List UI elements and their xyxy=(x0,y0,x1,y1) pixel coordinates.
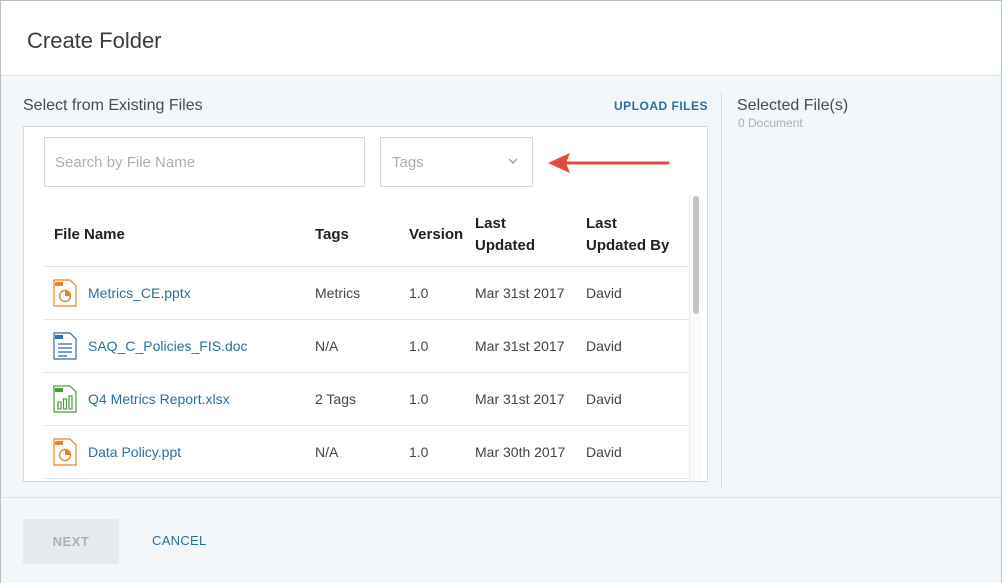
ppt-file-icon xyxy=(53,279,77,307)
file-updated-by: David xyxy=(586,444,622,460)
file-name-link[interactable]: Q4 Metrics Report.xlsx xyxy=(88,391,230,407)
table-row[interactable]: Q4 Metrics Report.xlsx 2 Tags 1.0 Mar 31… xyxy=(44,373,689,426)
table-scrollbar[interactable] xyxy=(689,195,701,481)
file-version: 1.0 xyxy=(409,444,429,460)
file-version: 1.0 xyxy=(409,338,429,354)
file-tags[interactable]: 2 Tags xyxy=(315,391,356,407)
file-last-updated: Mar 31st 2017 xyxy=(475,391,565,407)
files-table: File Name Tags Version Last Updated Last… xyxy=(44,207,689,481)
file-last-updated: Mar 30th 2017 xyxy=(475,444,566,460)
file-updated-by: David xyxy=(586,338,622,354)
file-name-link[interactable]: Data Policy.ppt xyxy=(88,444,181,460)
file-last-updated: Mar 31st 2017 xyxy=(475,285,565,301)
xls-file-icon xyxy=(53,385,77,413)
next-button[interactable]: NEXT xyxy=(23,519,119,564)
file-tags: Metrics xyxy=(315,285,361,301)
tags-dropdown-label: Tags xyxy=(392,154,424,171)
column-header-tags[interactable]: Tags xyxy=(315,224,349,246)
create-folder-dialog: Create Folder Select from Existing Files… xyxy=(0,0,1002,583)
column-header-last-updated[interactable]: Last Updated xyxy=(475,213,535,257)
red-arrow-pointer xyxy=(548,153,670,173)
scrollbar-thumb[interactable] xyxy=(693,196,699,314)
cancel-button[interactable]: CANCEL xyxy=(152,533,207,548)
file-updated-by: David xyxy=(586,285,622,301)
file-name-link[interactable]: Metrics_CE.pptx xyxy=(88,285,191,301)
file-updated-by: David xyxy=(586,391,622,407)
table-row[interactable]: SAQ_C_Policies_FIS.doc N/A 1.0 Mar 31st … xyxy=(44,320,689,373)
dialog-header: Create Folder xyxy=(1,1,1001,76)
upload-files-link[interactable]: UPLOAD FILES xyxy=(614,99,708,113)
existing-files-title: Select from Existing Files xyxy=(23,97,203,114)
selected-files-count: 0 Document xyxy=(738,116,803,130)
chevron-down-icon xyxy=(508,158,518,164)
ppt-file-icon xyxy=(53,438,77,466)
table-row[interactable]: Data Policy.ppt N/A 1.0 Mar 30th 2017 Da… xyxy=(44,426,689,479)
doc-file-icon xyxy=(53,332,77,360)
dialog-title: Create Folder xyxy=(27,28,162,53)
selected-files-title: Selected File(s) xyxy=(737,97,849,114)
panel-divider xyxy=(721,92,722,489)
file-last-updated: Mar 31st 2017 xyxy=(475,338,565,354)
files-panel: Tags File Name Tags Version xyxy=(23,126,708,482)
file-name-link[interactable]: SAQ_C_Policies_FIS.doc xyxy=(88,338,248,354)
file-tags: N/A xyxy=(315,444,339,460)
table-row[interactable]: Metrics_CE.pptx Metrics 1.0 Mar 31st 201… xyxy=(44,267,689,320)
column-header-last-updated-by[interactable]: Last Updated By xyxy=(586,213,669,257)
file-version: 1.0 xyxy=(409,285,429,301)
tags-dropdown[interactable]: Tags xyxy=(380,137,533,187)
column-header-version[interactable]: Version xyxy=(409,224,463,246)
file-version: 1.0 xyxy=(409,391,429,407)
dialog-body: Select from Existing Files UPLOAD FILES … xyxy=(1,76,1001,497)
file-tags: N/A xyxy=(315,338,339,354)
column-header-file-name[interactable]: File Name xyxy=(54,224,125,246)
dialog-footer: NEXT CANCEL xyxy=(1,497,1001,583)
search-input[interactable] xyxy=(44,137,365,187)
